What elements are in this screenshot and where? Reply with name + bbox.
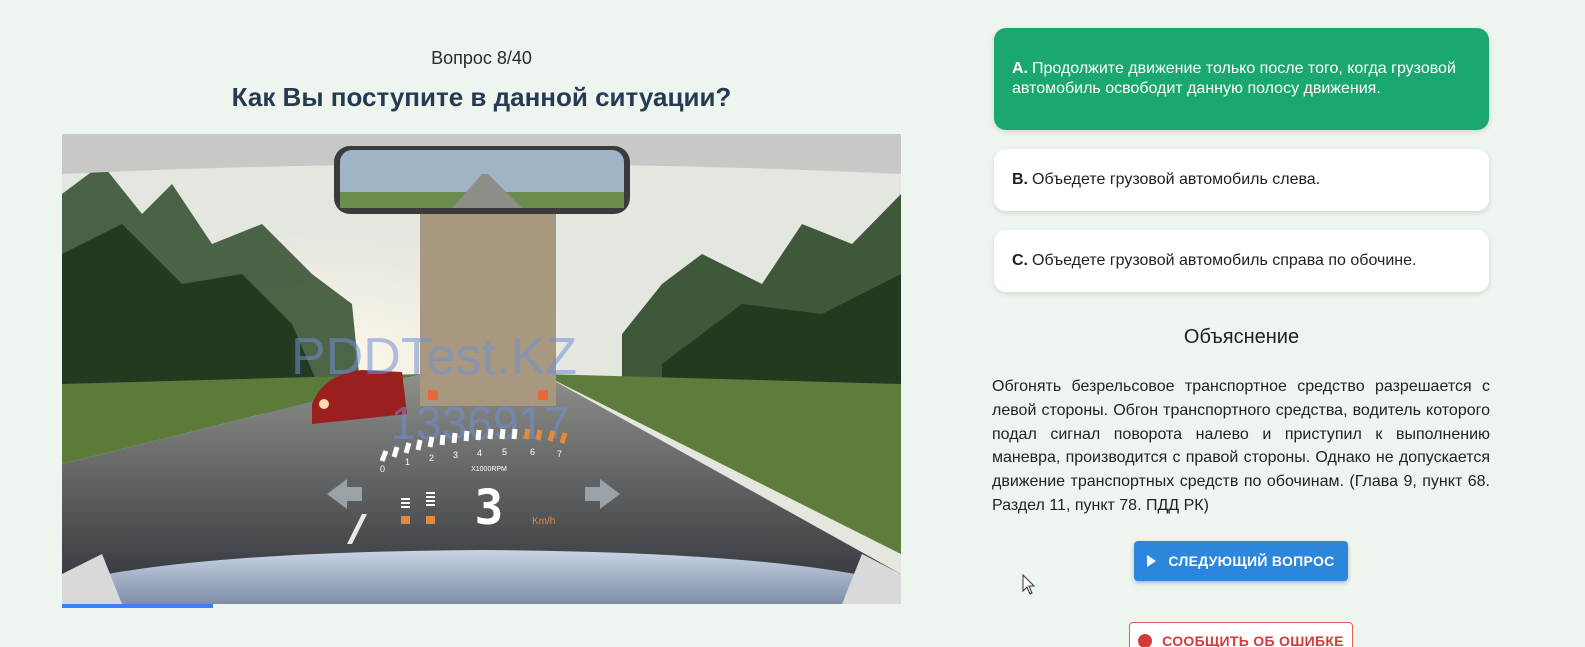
explanation-title: Объяснение — [1183, 326, 1300, 348]
watermark-site: PDDTest.KZ — [291, 328, 577, 386]
svg-text:7: 7 — [557, 449, 562, 459]
svg-text:6: 6 — [530, 447, 535, 457]
explanation-text: Обгонять безрельсовое транспортное средс… — [992, 378, 1490, 514]
report-error-button[interactable]: СООБЩИТЬ ОБ ОШИБКЕ — [1129, 622, 1353, 647]
answer-option-c[interactable]: C. Объедете грузовой автомобиль справа по… — [994, 230, 1489, 292]
answer-option-a[interactable]: A. Продолжите движение только после того,… — [994, 28, 1489, 130]
answer-text: C. Объедете грузовой автомобиль справа по… — [1012, 252, 1417, 269]
question-image: PDDTest.KZ 1336917 0 1 2 3 4 5 6 7 X1000… — [62, 134, 901, 604]
svg-text:2: 2 — [429, 453, 434, 463]
play-icon — [1147, 555, 1157, 567]
svg-text:3: 3 — [453, 450, 458, 460]
video-progress-bar[interactable] — [62, 604, 901, 608]
gear-indicator: 3 — [475, 480, 504, 536]
svg-text:1: 1 — [405, 457, 410, 467]
question-title: Как Вы поступите в данной ситуации? — [231, 82, 732, 112]
svg-text:5: 5 — [502, 447, 507, 457]
video-progress-fill — [62, 604, 214, 608]
next-question-label: СЛЕДУЮЩИЙ ВОПРОС — [1168, 553, 1335, 569]
driving-scene: PDDTest.KZ 1336917 0 1 2 3 4 5 6 7 X1000… — [62, 134, 901, 604]
answer-option-b[interactable]: B. Объедете грузовой автомобиль слева. — [994, 149, 1489, 211]
speed-unit: Km/h — [532, 516, 555, 527]
rpm-unit: X1000RPM — [471, 466, 507, 473]
alert-icon — [1138, 634, 1153, 647]
report-error-label: СООБЩИТЬ ОБ ОШИБКЕ — [1162, 633, 1344, 647]
mouse-cursor-icon — [1022, 574, 1036, 595]
question-counter: Вопрос 8/40 — [431, 48, 532, 68]
answer-text: A. Продолжите движение только после того,… — [1012, 60, 1456, 97]
quiz-page: Вопрос 8/40 Как Вы поступите в данной си… — [0, 0, 1585, 647]
next-question-button[interactable]: СЛЕДУЮЩИЙ ВОПРОС — [1134, 541, 1348, 581]
answer-text: B. Объедете грузовой автомобиль слева. — [1012, 171, 1321, 188]
svg-text:0: 0 — [380, 464, 385, 474]
svg-text:4: 4 — [477, 448, 482, 458]
